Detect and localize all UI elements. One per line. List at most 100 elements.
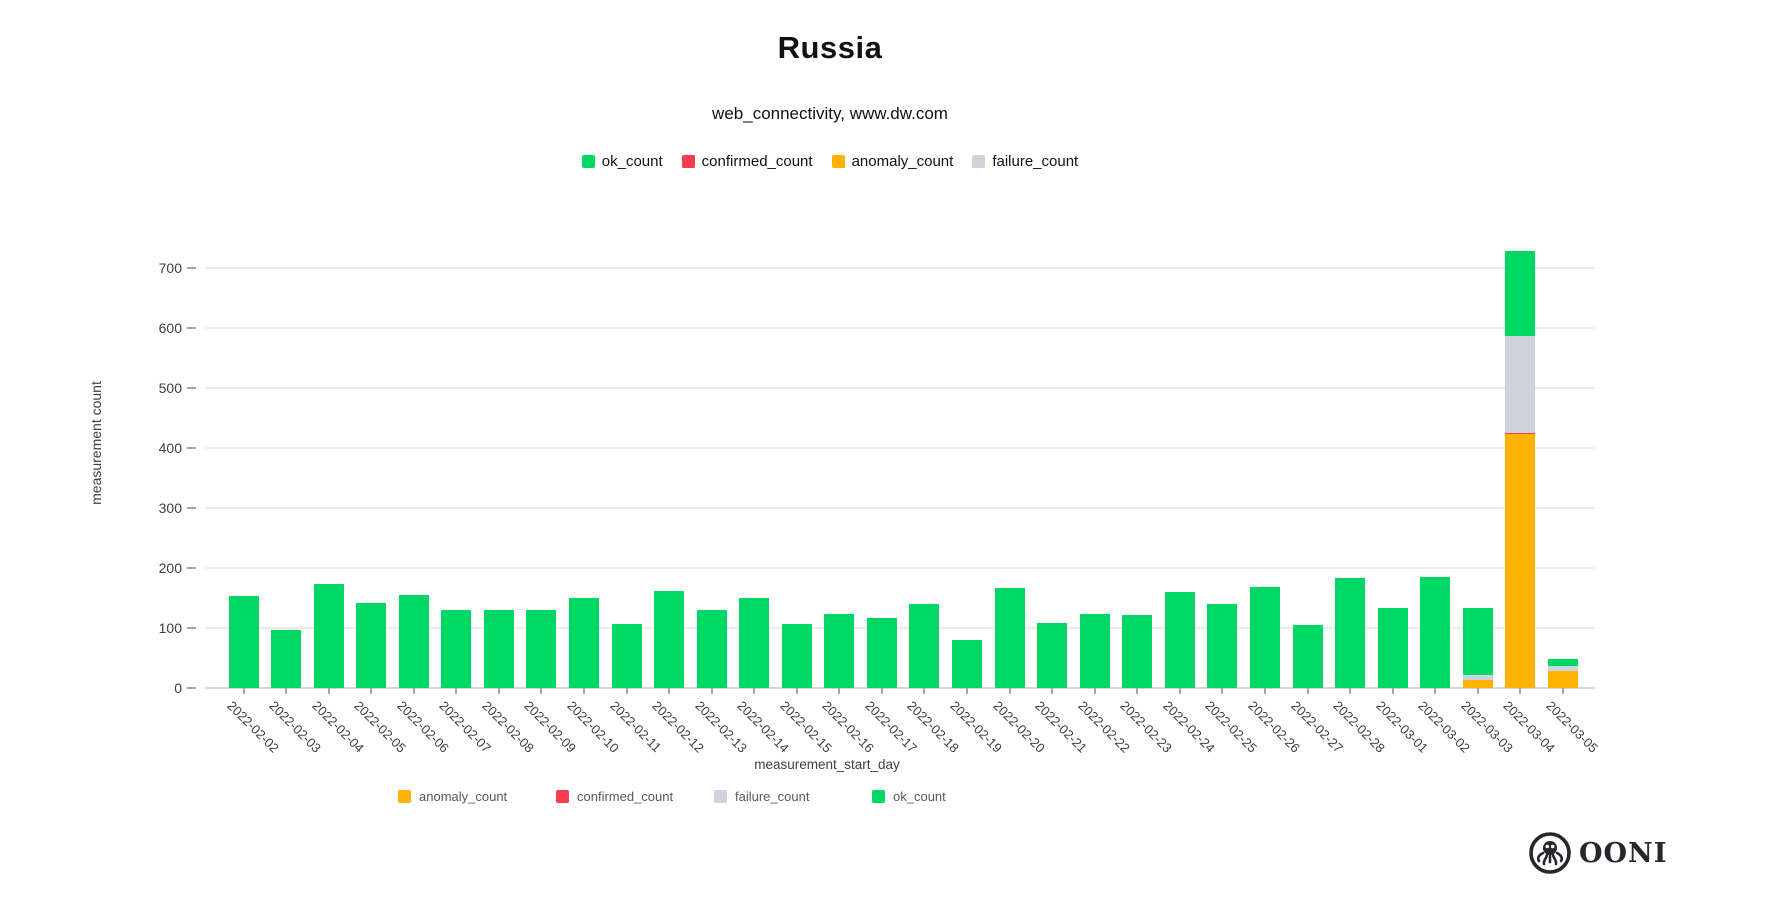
ooni-wordmark: OONI [1579,838,1667,869]
bar-2022-03-03-failure_count[interactable] [1463,675,1493,679]
legend-item-ok_count[interactable]: ok_count [582,153,663,170]
bar-2022-02-21-ok_count[interactable] [1037,623,1067,688]
y-tick-label-500: 500 [122,381,182,395]
bar-2022-02-08-ok_count[interactable] [484,610,514,688]
x-tick-2022-02-02 [243,688,245,694]
bar-2022-02-02-ok_count[interactable] [229,596,259,688]
y-gridline-300 [205,507,1595,509]
bar-2022-02-20-ok_count[interactable] [995,588,1025,688]
confirmed_count-swatch-icon [682,155,695,168]
x-tick-2022-02-07 [455,688,457,694]
failure_count-swatch-icon [714,790,727,803]
anomaly_count-swatch-icon [832,155,845,168]
legend-item-confirmed_count[interactable]: confirmed_count [682,153,813,170]
bar-2022-02-09-ok_count[interactable] [526,610,556,688]
x-tick-2022-02-09 [540,688,542,694]
bar-2022-02-28-ok_count[interactable] [1335,578,1365,688]
x-axis-title: measurement_start_day [627,757,1027,772]
x-tick-2022-02-25 [1221,688,1223,694]
y-tick-400 [187,447,196,449]
bar-2022-03-04-confirmed_count[interactable] [1505,433,1535,435]
bar-2022-02-10-ok_count[interactable] [569,598,599,688]
x-tick-2022-02-21 [1051,688,1053,694]
y-gridline-500 [205,387,1595,389]
bar-2022-03-02-ok_count[interactable] [1420,577,1450,688]
x-tick-2022-02-17 [881,688,883,694]
bar-2022-02-19-ok_count[interactable] [952,640,982,688]
x-tick-2022-02-18 [923,688,925,694]
legend-item-failure_count[interactable]: failure_count [972,153,1078,170]
y-tick-label-400: 400 [122,441,182,455]
bar-2022-02-18-ok_count[interactable] [909,604,939,688]
bar-2022-02-15-ok_count[interactable] [782,624,812,688]
failure_count-swatch-icon [972,155,985,168]
bar-2022-03-05-anomaly_count[interactable] [1548,671,1578,688]
top-legend: ok_count confirmed_count anomaly_count fail… [0,153,1660,170]
x-tick-2022-02-05 [370,688,372,694]
legend-label: ok_count [602,153,663,170]
x-tick-2022-02-20 [1009,688,1011,694]
legend-item-anomaly_count[interactable]: anomaly_count [832,153,954,170]
ooni-octopus-icon [1528,831,1572,875]
bar-2022-02-26-ok_count[interactable] [1250,587,1280,688]
page-title: Russia [0,30,1660,66]
bar-2022-03-04-ok_count[interactable] [1505,251,1535,337]
bar-2022-02-12-ok_count[interactable] [654,591,684,688]
x-tick-2022-02-28 [1349,688,1351,694]
bar-2022-02-24-ok_count[interactable] [1165,592,1195,688]
x-tick-2022-03-02 [1434,688,1436,694]
chart-subtitle: web_connectivity, www.dw.com [0,104,1660,124]
y-tick-label-600: 600 [122,321,182,335]
y-tick-200 [187,567,196,569]
x-tick-2022-02-14 [753,688,755,694]
bar-2022-02-05-ok_count[interactable] [356,603,386,688]
bar-2022-02-27-ok_count[interactable] [1293,625,1323,688]
x-tick-2022-02-15 [796,688,798,694]
x-tick-2022-02-24 [1179,688,1181,694]
x-tick-2022-02-26 [1264,688,1266,694]
y-tick-label-700: 700 [122,261,182,275]
x-tick-2022-03-04 [1519,688,1521,694]
chart-canvas: Russia web_connectivity, www.dw.com ok_c… [0,0,1772,904]
bar-2022-03-03-ok_count[interactable] [1463,608,1493,676]
ok_count-swatch-icon [872,790,885,803]
x-tick-2022-02-27 [1307,688,1309,694]
y-tick-label-200: 200 [122,561,182,575]
y-tick-label-100: 100 [122,621,182,635]
confirmed_count-swatch-icon [556,790,569,803]
bar-2022-02-16-ok_count[interactable] [824,614,854,688]
bar-2022-02-22-ok_count[interactable] [1080,614,1110,688]
y-tick-0 [187,687,196,689]
ooni-logo: OONI [1528,831,1667,875]
bar-2022-02-14-ok_count[interactable] [739,598,769,688]
bar-2022-03-05-failure_count[interactable] [1548,666,1578,671]
bar-2022-02-25-ok_count[interactable] [1207,604,1237,688]
bar-2022-03-04-anomaly_count[interactable] [1505,434,1535,688]
bottom-legend-label: failure_count [735,789,809,804]
bar-2022-02-04-ok_count[interactable] [314,584,344,688]
bar-2022-03-04-failure_count[interactable] [1505,336,1535,432]
bar-2022-02-23-ok_count[interactable] [1122,615,1152,688]
x-tick-2022-02-10 [583,688,585,694]
x-tick-2022-02-23 [1136,688,1138,694]
x-tick-2022-03-05 [1562,688,1564,694]
bar-2022-03-03-anomaly_count[interactable] [1463,680,1493,688]
x-tick-2022-03-03 [1477,688,1479,694]
bar-2022-03-05-ok_count[interactable] [1548,659,1578,667]
y-tick-700 [187,267,196,269]
bar-2022-02-03-ok_count[interactable] [271,630,301,688]
bar-2022-03-01-ok_count[interactable] [1378,608,1408,688]
bar-2022-02-07-ok_count[interactable] [441,610,471,688]
bar-2022-02-13-ok_count[interactable] [697,610,727,688]
bar-2022-02-17-ok_count[interactable] [867,618,897,688]
bottom-legend: anomaly_countconfirmed_countfailure_coun… [0,789,1772,809]
bottom-legend-item-anomaly_count: anomaly_count [398,789,507,804]
bar-2022-02-06-ok_count[interactable] [399,595,429,688]
bottom-legend-label: ok_count [893,789,946,804]
x-tick-2022-02-19 [966,688,968,694]
ok_count-swatch-icon [582,155,595,168]
bar-2022-02-11-ok_count[interactable] [612,624,642,688]
y-gridline-600 [205,327,1595,329]
y-axis-title: measurement count [88,333,104,553]
x-tick-2022-02-04 [328,688,330,694]
